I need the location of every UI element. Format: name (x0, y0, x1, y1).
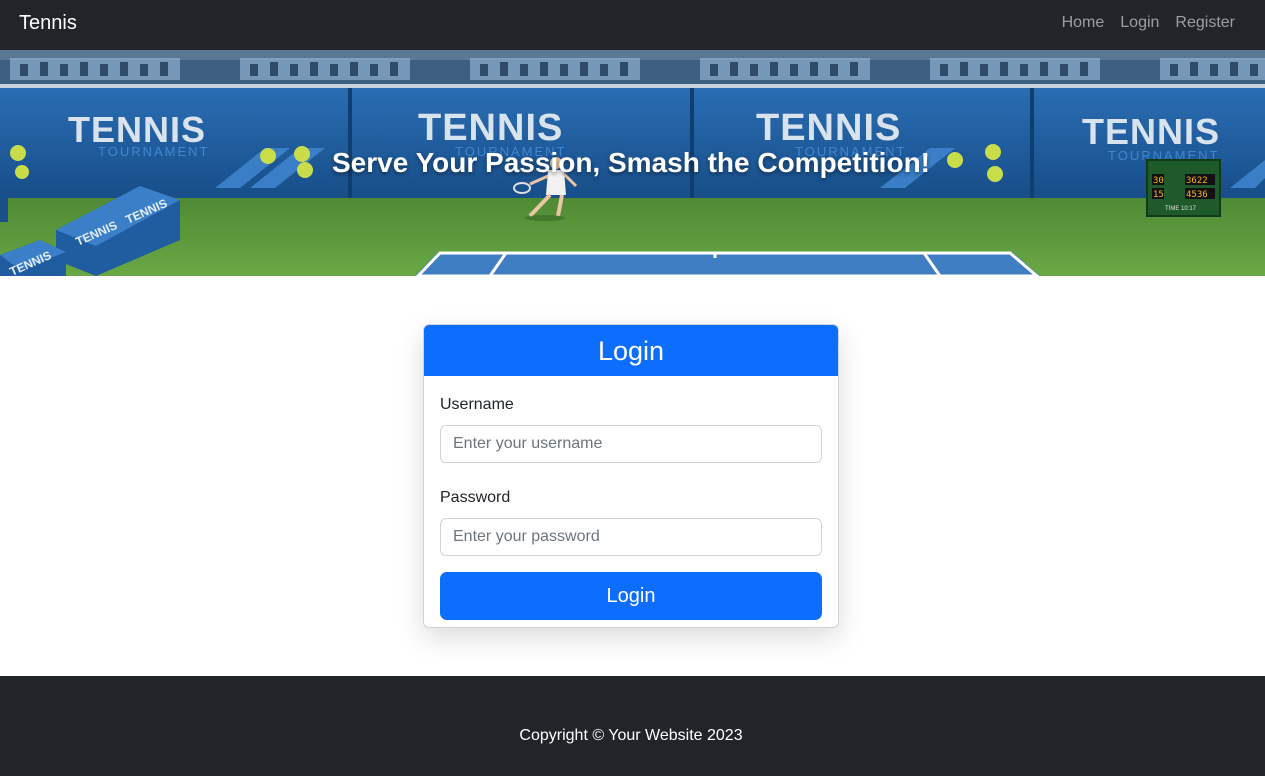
login-form: Username Password Login (424, 376, 838, 636)
navbar: Tennis Home Login Register (0, 0, 1265, 50)
footer: Copyright © Your Website 2023 (0, 676, 1265, 776)
banner-text-2: TENNIS (418, 107, 563, 149)
nav-link-home[interactable]: Home (1062, 14, 1105, 32)
username-group: Username (440, 396, 822, 463)
login-submit-button[interactable]: Login (440, 572, 822, 620)
username-label: Username (440, 396, 514, 413)
nav-link-register[interactable]: Register (1175, 14, 1235, 32)
login-card: Login Username Password Login (423, 324, 839, 628)
password-input[interactable] (440, 518, 822, 556)
banner-text-3: TENNIS (756, 107, 901, 149)
password-label: Password (440, 489, 511, 506)
svg-text:15: 15 (1153, 190, 1164, 200)
login-card-title: Login (424, 325, 838, 376)
banner-text-4: TENNIS (1082, 111, 1220, 152)
svg-text:4536: 4536 (1186, 190, 1208, 200)
hero-title: Serve Your Passion, Smash the Competitio… (332, 147, 930, 178)
hero-banner: TENNIS TENNIS TENNIS TENNIS TOURNAMENT T… (0, 50, 1265, 276)
username-input[interactable] (440, 425, 822, 463)
brand-link[interactable]: Tennis (19, 12, 77, 34)
nav-links: Home Login Register (1062, 14, 1235, 32)
footer-copyright: Copyright © Your Website 2023 (519, 727, 743, 744)
svg-text:TIME 10:17: TIME 10:17 (1165, 206, 1197, 212)
password-group: Password (440, 489, 822, 556)
nav-link-login[interactable]: Login (1120, 14, 1159, 32)
